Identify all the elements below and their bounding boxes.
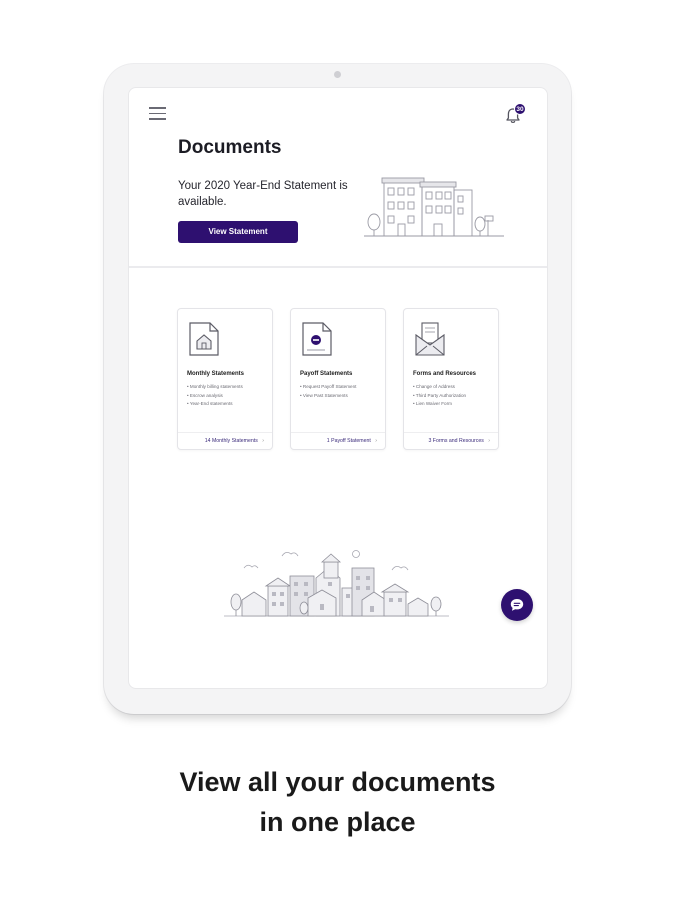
house-document-icon — [189, 322, 219, 356]
list-item: • Request Payoff Statement — [300, 384, 357, 389]
card-description-list: • Change of Address • Third Party Author… — [413, 383, 466, 409]
forms-and-resources-link[interactable]: 3 Forms and Resources › — [404, 432, 498, 449]
notification-badge: 30 — [514, 103, 526, 115]
list-item: • Escrow analysis — [187, 392, 223, 398]
menu-icon[interactable] — [149, 107, 166, 121]
list-item: • Monthly billing statements — [187, 384, 243, 389]
chat-button[interactable] — [501, 589, 533, 621]
monthly-statements-link[interactable]: 14 Monthly Statements › — [178, 432, 272, 449]
app-screen: 30 Documents Your 2020 Year-End Statemen… — [128, 87, 548, 689]
monthly-statements-card[interactable]: Monthly Statements • Monthly billing sta… — [177, 308, 273, 450]
tablet-frame: 30 Documents Your 2020 Year-End Statemen… — [104, 64, 571, 714]
apartment-building-illustration — [364, 177, 504, 237]
caption-line: in one place — [259, 807, 416, 837]
card-title: Payoff Statements — [300, 371, 353, 377]
marketing-caption: View all your documents in one place — [0, 762, 675, 842]
chat-icon — [510, 599, 524, 611]
chevron-right-icon: › — [375, 438, 377, 444]
payoff-statements-card[interactable]: Payoff Statements • Request Payoff State… — [290, 308, 386, 450]
chevron-right-icon: › — [488, 438, 490, 444]
list-item: • Year-End statements — [187, 401, 233, 407]
year-end-statement-message: Your 2020 Year-End Statement is availabl… — [178, 180, 348, 208]
caption-line: View all your documents — [179, 767, 496, 797]
tablet-camera — [334, 71, 341, 78]
document-categories: Monthly Statements • Monthly billing sta… — [177, 308, 502, 450]
card-title: Monthly Statements — [187, 371, 245, 377]
notifications-button[interactable]: 30 — [505, 103, 529, 126]
card-footer-label: 1 Payoff Statement — [326, 438, 371, 444]
card-description-list: • Request Payoff Statement • View Past S… — [300, 383, 356, 400]
list-item: • Change of Address — [413, 384, 455, 389]
documents-header: 30 Documents Your 2020 Year-End Statemen… — [129, 88, 547, 268]
envelope-document-icon — [415, 322, 445, 356]
forms-and-resources-card[interactable]: Forms and Resources • Change of Address … — [403, 308, 499, 450]
town-illustration — [224, 550, 449, 617]
payoff-statements-link[interactable]: 1 Payoff Statement › — [291, 432, 385, 449]
list-item: • Third Party Authorization — [413, 392, 467, 398]
list-item: • Lien Waiver Form — [413, 401, 452, 407]
card-footer-label: 3 Forms and Resources — [428, 438, 484, 444]
chevron-right-icon: › — [262, 438, 264, 444]
payoff-document-icon — [302, 322, 332, 356]
card-description-list: • Monthly billing statements • Escrow an… — [187, 383, 243, 409]
card-title: Forms and Resources — [413, 371, 477, 377]
list-item: • View Past Statements — [300, 392, 348, 398]
card-footer-label: 14 Monthly Statements — [204, 438, 258, 444]
page-title: Documents — [178, 137, 282, 158]
view-statement-button[interactable]: View Statement — [178, 221, 298, 243]
